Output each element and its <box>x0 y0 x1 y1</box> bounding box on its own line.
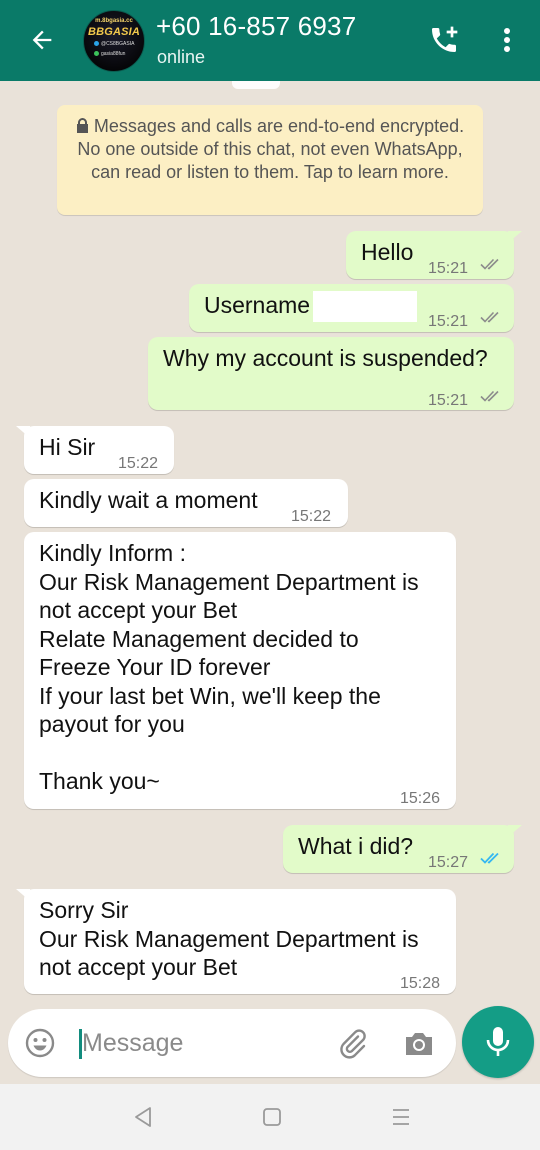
message-time: 15:26 <box>400 790 441 807</box>
paperclip-icon[interactable] <box>336 1027 370 1061</box>
message-text: Username <box>204 292 311 318</box>
message-time: 15:21 <box>428 313 469 330</box>
double-check-icon <box>480 390 499 402</box>
double-check-icon <box>480 311 499 323</box>
back-button[interactable] <box>22 22 62 58</box>
voice-record-button[interactable] <box>462 1006 534 1078</box>
more-options-button[interactable] <box>492 22 522 58</box>
bubble-tail <box>16 889 30 901</box>
message-text: Hi Sir <box>39 434 96 460</box>
double-check-icon <box>480 258 499 270</box>
encryption-notice-text: Messages and calls are end-to-end encryp… <box>77 116 465 182</box>
message-time: 15:27 <box>428 854 469 871</box>
message-time: 15:22 <box>291 508 332 525</box>
bubble-tail <box>508 825 522 837</box>
date-chip <box>232 81 280 89</box>
nav-back-icon[interactable] <box>131 1105 155 1129</box>
message-bubble-incoming[interactable]: Hi Sir 15:22 <box>16 426 174 474</box>
bubble-tail <box>16 426 30 438</box>
message-time: 15:22 <box>118 455 159 472</box>
more-vert-icon <box>504 28 510 52</box>
message-text: Sorry Sir Our Risk Management Department… <box>39 897 419 980</box>
message-text: Hello <box>361 239 414 265</box>
emoji-icon[interactable] <box>24 1027 56 1059</box>
nav-home-icon[interactable] <box>261 1106 283 1128</box>
avatar-logo-text: BBGASIA <box>87 26 141 38</box>
message-time: 15:28 <box>400 975 441 992</box>
system-navigation-bar <box>0 1084 540 1150</box>
message-text: Kindly wait a moment <box>39 487 258 513</box>
double-check-read-icon <box>480 852 499 864</box>
message-text: What i did? <box>298 833 414 859</box>
avatar-text-line1: m.8bgasia.cc <box>95 18 133 24</box>
message-text: Kindly Inform : Our Risk Management Depa… <box>39 540 419 794</box>
contact-avatar[interactable]: m.8bgasia.cc BBGASIA @CS8BGASIA gasia88f… <box>83 10 145 72</box>
contact-status: online <box>157 47 206 67</box>
chat-header: m.8bgasia.cc BBGASIA @CS8BGASIA gasia88f… <box>0 0 540 81</box>
nav-recents-icon[interactable] <box>390 1106 412 1128</box>
chat-area[interactable]: Messages and calls are end-to-end encryp… <box>0 81 540 1001</box>
encryption-notice[interactable]: Messages and calls are end-to-end encryp… <box>57 105 483 215</box>
message-time: 15:21 <box>428 392 469 409</box>
message-bubble-incoming[interactable]: Kindly wait a moment 15:22 <box>24 479 348 527</box>
message-bubble-outgoing[interactable]: Why my account is suspended? 15:21 <box>148 337 514 410</box>
contact-name[interactable]: +60 16-857 6937 <box>156 11 356 42</box>
avatar-text-line4: gasia88fun <box>101 51 126 57</box>
message-bubble-outgoing[interactable]: What i did? 15:27 <box>283 825 522 873</box>
message-bubble-outgoing[interactable]: Username 15:21 <box>189 284 514 332</box>
add-call-button[interactable] <box>424 22 464 58</box>
phone-plus-icon <box>432 26 458 52</box>
message-time: 15:21 <box>428 260 469 277</box>
lock-icon <box>76 118 88 133</box>
message-composer <box>8 1009 456 1077</box>
arrow-left-icon <box>32 30 52 50</box>
message-bubble-incoming[interactable]: Kindly Inform : Our Risk Management Depa… <box>24 532 456 809</box>
message-bubble-incoming[interactable]: Sorry Sir Our Risk Management Department… <box>16 889 456 994</box>
message-bubble-outgoing[interactable]: Hello 15:21 <box>346 231 522 279</box>
camera-icon[interactable] <box>402 1027 436 1061</box>
mic-icon <box>486 1027 510 1056</box>
message-input[interactable] <box>82 1026 322 1060</box>
redacted-block <box>313 291 417 322</box>
bubble-tail <box>508 231 522 243</box>
avatar-text-line3: @CS8BGASIA <box>101 41 135 47</box>
message-text: Why my account is suspended? <box>163 345 488 371</box>
